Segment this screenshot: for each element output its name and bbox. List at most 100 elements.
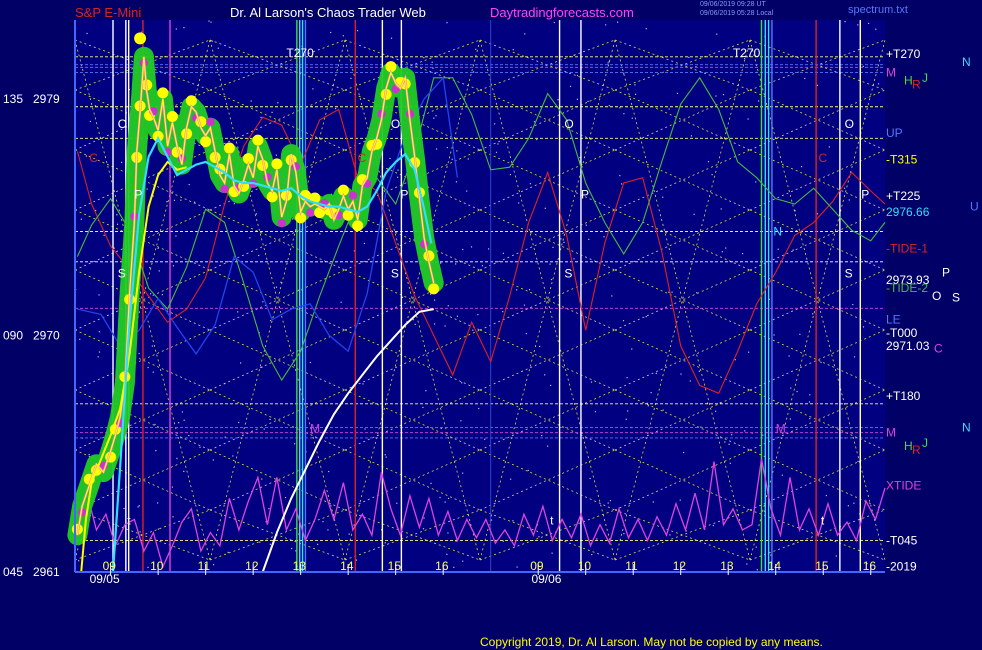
star-dot bbox=[781, 474, 783, 476]
right-level-label: 2971.03 bbox=[886, 339, 930, 353]
star-dot bbox=[401, 296, 404, 298]
star-dot bbox=[625, 418, 627, 420]
star-dot bbox=[620, 183, 623, 185]
star-dot bbox=[175, 235, 177, 237]
price-bar-dot bbox=[200, 136, 212, 148]
star-dot bbox=[481, 265, 484, 267]
star-dot bbox=[472, 329, 474, 331]
in-plot-label: O bbox=[118, 117, 127, 131]
star-dot bbox=[729, 462, 731, 464]
star-dot bbox=[619, 175, 621, 177]
star-dot bbox=[103, 234, 105, 236]
star-dot bbox=[385, 456, 387, 458]
right-level-label: -2019 bbox=[886, 560, 917, 574]
price-bar-dot bbox=[352, 220, 364, 232]
star-dot bbox=[680, 373, 682, 375]
star-dot bbox=[662, 196, 664, 198]
price-bar-dot bbox=[271, 158, 283, 170]
star-dot bbox=[809, 418, 811, 420]
star-dot bbox=[440, 262, 442, 264]
star-dot bbox=[527, 469, 529, 472]
star-dot bbox=[524, 33, 526, 35]
right-level-label: UP bbox=[886, 126, 903, 140]
star-dot bbox=[79, 338, 81, 340]
star-dot bbox=[720, 208, 722, 210]
star-dot bbox=[516, 566, 518, 568]
x-tick-label: 16 bbox=[435, 559, 449, 573]
star-dot bbox=[255, 213, 258, 215]
star-dot bbox=[350, 77, 352, 80]
star-dot bbox=[502, 252, 504, 254]
star-dot bbox=[232, 455, 234, 457]
star-dot bbox=[123, 507, 125, 510]
star-dot bbox=[348, 533, 350, 535]
star-dot bbox=[487, 248, 490, 250]
in-plot-label: O bbox=[845, 117, 854, 131]
star-dot bbox=[857, 460, 859, 463]
y-tick-degree: 090 bbox=[3, 328, 23, 342]
star-dot bbox=[328, 470, 330, 473]
star-dot bbox=[462, 248, 464, 251]
star-dot bbox=[444, 501, 446, 503]
star-dot bbox=[605, 24, 607, 26]
in-plot-label: S bbox=[845, 267, 853, 281]
star-dot bbox=[139, 531, 141, 533]
star-dot bbox=[269, 543, 271, 545]
star-dot bbox=[173, 199, 176, 201]
price-bar-dot bbox=[277, 218, 286, 228]
star-dot bbox=[98, 331, 101, 333]
star-dot bbox=[154, 423, 156, 426]
star-dot bbox=[434, 299, 436, 301]
star-dot bbox=[431, 61, 433, 63]
star-dot bbox=[155, 450, 157, 452]
star-dot bbox=[544, 207, 546, 209]
star-dot bbox=[862, 65, 864, 67]
star-dot bbox=[626, 377, 628, 379]
star-dot bbox=[550, 384, 552, 387]
price-bar-dot bbox=[220, 184, 229, 194]
star-dot bbox=[384, 542, 386, 544]
star-dot bbox=[690, 135, 693, 137]
x-tick-label: 15 bbox=[388, 559, 402, 573]
star-dot bbox=[789, 418, 791, 420]
star-dot bbox=[183, 470, 185, 472]
star-dot bbox=[149, 266, 151, 269]
right-level-label: -T000 bbox=[886, 326, 918, 340]
star-dot bbox=[261, 478, 263, 480]
star-dot bbox=[322, 521, 324, 523]
star-dot bbox=[171, 486, 173, 488]
star-dot bbox=[557, 99, 559, 101]
star-dot bbox=[453, 566, 455, 568]
in-plot-label: P bbox=[581, 188, 589, 202]
in-plot-label: M bbox=[776, 422, 786, 436]
star-dot bbox=[828, 146, 830, 148]
star-dot bbox=[516, 289, 518, 291]
timestamp-local: 09/06/2019 05:28 Local bbox=[700, 10, 774, 17]
star-dot bbox=[183, 419, 185, 421]
star-dot bbox=[166, 201, 168, 203]
star-dot bbox=[800, 165, 803, 168]
star-dot bbox=[560, 238, 562, 240]
star-dot bbox=[484, 438, 486, 440]
y-tick-degree: 045 bbox=[3, 565, 23, 579]
star-dot bbox=[259, 541, 261, 543]
star-dot bbox=[396, 502, 398, 504]
star-dot bbox=[693, 213, 695, 215]
y-tick-price: 2970 bbox=[33, 328, 60, 342]
date-label: 09/05 bbox=[90, 572, 120, 586]
star-dot bbox=[138, 505, 140, 507]
star-dot bbox=[470, 246, 473, 248]
star-dot bbox=[98, 294, 100, 296]
star-dot bbox=[455, 181, 458, 183]
star-dot bbox=[617, 21, 619, 23]
star-dot bbox=[478, 407, 480, 410]
star-dot bbox=[249, 237, 251, 239]
right-level-label: M bbox=[886, 426, 896, 440]
star-dot bbox=[755, 546, 757, 548]
star-dot bbox=[725, 247, 727, 249]
star-dot bbox=[319, 233, 321, 235]
x-tick-label: 10 bbox=[578, 559, 592, 573]
star-dot bbox=[688, 56, 690, 59]
star-dot bbox=[284, 496, 287, 499]
star-dot bbox=[466, 190, 468, 192]
